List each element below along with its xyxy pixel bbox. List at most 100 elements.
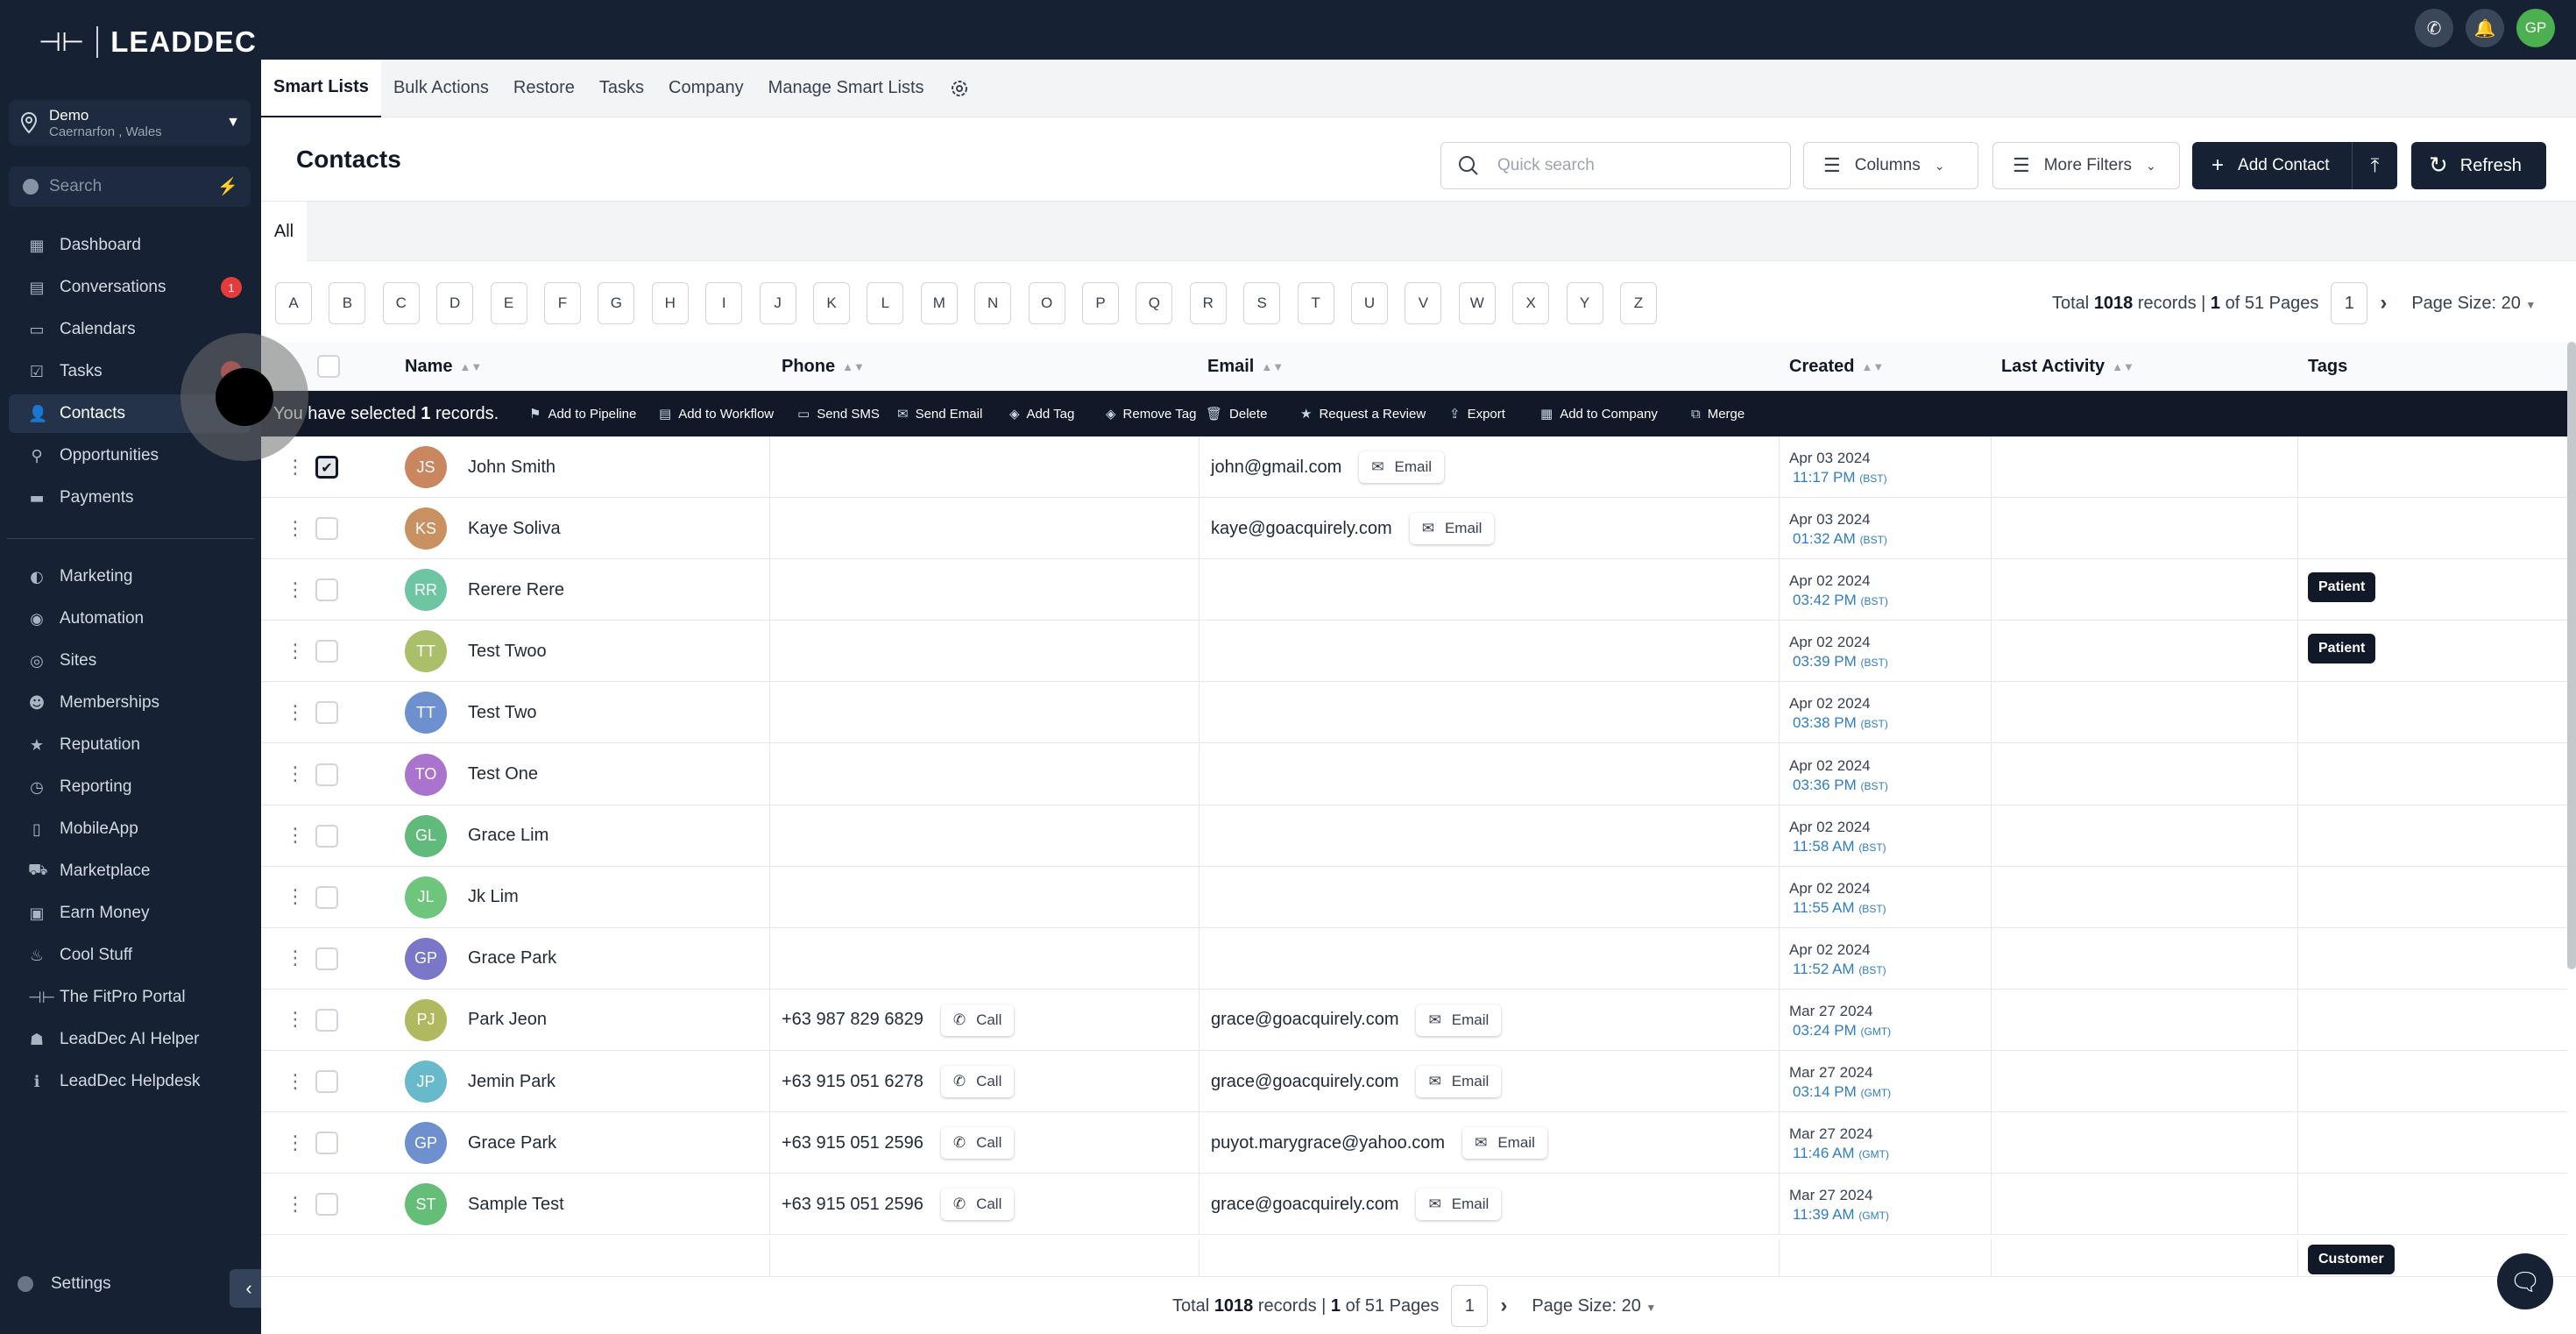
table-row[interactable]: ⋮ JP Jemin Park +63 915 051 6278 ✆ Call grac… <box>261 1051 2567 1112</box>
column-header-phone[interactable]: Phone ▲▼ <box>782 342 865 391</box>
contact-name[interactable]: Grace Park <box>468 928 556 990</box>
email-button[interactable]: ✉ Email <box>1416 1189 1502 1221</box>
bulk-action-merge[interactable]: ⧉ Merge <box>1691 391 1744 436</box>
column-header-email[interactable]: Email ▲▼ <box>1207 342 1284 391</box>
row-checkbox[interactable] <box>315 824 338 848</box>
row-menu-icon[interactable]: ⋮ <box>286 1112 305 1174</box>
bulk-action-add-to-pipeline[interactable]: ⚑ Add to Pipeline <box>529 391 636 436</box>
table-row[interactable]: ⋮ JL Jk Lim Apr 02 2024 11:55 AM (BST) <box>261 866 2567 928</box>
row-checkbox[interactable] <box>315 885 338 909</box>
contact-name[interactable]: Test Twoo <box>468 621 547 682</box>
bulk-action-send-sms[interactable]: ▭ Send SMS <box>797 391 880 436</box>
tab-company[interactable]: Company <box>656 60 756 117</box>
call-button[interactable]: ✆ Call <box>940 1189 1015 1221</box>
email-button[interactable]: ✉ Email <box>1416 1066 1502 1097</box>
alpha-filter-q[interactable]: Q <box>1136 282 1173 324</box>
email-button[interactable]: ✉ Email <box>1409 513 1495 545</box>
contact-name[interactable]: John Smith <box>468 436 556 498</box>
add-contact-button[interactable]: + Add Contact <box>2192 153 2352 178</box>
alpha-filter-r[interactable]: R <box>1189 282 1227 324</box>
logo[interactable]: ⊣⊢ LEADDEC <box>39 23 257 61</box>
contact-name[interactable]: Sample Test <box>468 1174 564 1235</box>
sidebar-item-memberships[interactable]: ☻ Memberships <box>9 684 251 722</box>
table-row[interactable]: ⋮ KS Kaye Soliva kaye@goacquirely.com ✉ Ema… <box>261 498 2567 560</box>
page-number-input[interactable]: 1 <box>1451 1285 1489 1327</box>
alpha-filter-z[interactable]: Z <box>1620 282 1657 324</box>
sidebar-item-cool-stuff[interactable]: ♨ Cool Stuff <box>9 936 251 975</box>
bulk-action-request-a-review[interactable]: ★ Request a Review <box>1300 391 1426 436</box>
email-button[interactable]: ✉ Email <box>1359 451 1445 483</box>
email-button[interactable]: ✉ Email <box>1462 1127 1547 1160</box>
alpha-filter-m[interactable]: M <box>920 282 958 324</box>
sidebar-item-leaddec-ai-helper[interactable]: ☗ LeadDec AI Helper <box>9 1020 251 1059</box>
more-filters-button[interactable]: ☰ More Filters ⌄ <box>1992 142 2180 189</box>
row-checkbox[interactable] <box>315 578 338 602</box>
table-row[interactable]: ⋮ TT Test Two Apr 02 2024 03:38 PM (BST) <box>261 682 2567 744</box>
location-switcher[interactable]: Demo Caernarfon , Wales ▼ <box>9 100 251 145</box>
table-row[interactable]: Customer <box>261 1239 2567 1276</box>
sidebar-item-reporting[interactable]: ◷ Reporting <box>9 768 251 806</box>
row-checkbox[interactable] <box>315 1193 338 1217</box>
alpha-filter-c[interactable]: C <box>382 282 420 324</box>
bolt-icon[interactable]: ⚡ <box>217 176 238 197</box>
alpha-filter-o[interactable]: O <box>1028 282 1065 324</box>
sidebar-item-the-fitpro-portal[interactable]: ⊣⊢ The FitPro Portal <box>9 978 251 1017</box>
sidebar-search[interactable]: Search ⚡ <box>9 167 251 207</box>
column-header-name[interactable]: Name ▲▼ <box>405 342 482 391</box>
alpha-filter-u[interactable]: U <box>1351 282 1388 324</box>
contact-name[interactable]: Kaye Soliva <box>468 498 561 559</box>
row-checkbox[interactable]: ✔ <box>315 456 338 479</box>
gear-icon[interactable] <box>937 60 982 117</box>
columns-button[interactable]: ☰ Columns ⌄ <box>1803 142 1978 189</box>
user-avatar[interactable]: GP <box>2516 9 2555 47</box>
row-menu-icon[interactable]: ⋮ <box>286 436 305 498</box>
table-row[interactable]: ⋮ ST Sample Test +63 915 051 2596 ✆ Call gra… <box>261 1174 2567 1236</box>
table-scrollbar[interactable] <box>2567 342 2576 969</box>
alpha-filter-j[interactable]: J <box>759 282 796 324</box>
contact-name[interactable]: Jemin Park <box>468 1051 556 1112</box>
bulk-action-remove-tag[interactable]: ◈ Remove Tag <box>1106 391 1196 436</box>
sidebar-item-earn-money[interactable]: ▣ Earn Money <box>9 894 251 933</box>
alpha-filter-v[interactable]: V <box>1405 282 1442 324</box>
email-button[interactable]: ✉ Email <box>1416 1004 1502 1036</box>
alpha-filter-w[interactable]: W <box>1458 282 1496 324</box>
page-size-select[interactable]: Page Size: 20 ▼ <box>2411 294 2536 314</box>
tab-restore[interactable]: Restore <box>501 60 587 117</box>
contact-name[interactable]: Test Two <box>468 682 537 743</box>
alpha-filter-b[interactable]: B <box>329 282 366 324</box>
chat-widget-button[interactable]: 🗨 <box>2497 1253 2553 1309</box>
row-checkbox[interactable] <box>315 947 338 970</box>
call-button[interactable]: ✆ Call <box>940 1127 1015 1160</box>
tab-tasks[interactable]: Tasks <box>587 60 656 117</box>
tab-bulk-actions[interactable]: Bulk Actions <box>381 60 501 117</box>
page-number-input[interactable]: 1 <box>2331 282 2368 324</box>
alpha-filter-e[interactable]: E <box>490 282 527 324</box>
call-button[interactable]: ✆ Call <box>940 1004 1015 1036</box>
tab-smart-lists[interactable]: Smart Lists <box>261 59 381 117</box>
alpha-filter-y[interactable]: Y <box>1566 282 1603 324</box>
contact-name[interactable]: Test One <box>468 744 538 805</box>
alpha-filter-d[interactable]: D <box>436 282 474 324</box>
table-row[interactable]: ⋮ PJ Park Jeon +63 987 829 6829 ✆ Call grace… <box>261 989 2567 1051</box>
sidebar-item-marketing[interactable]: ◐ Marketing <box>9 557 251 596</box>
alpha-filter-s[interactable]: S <box>1243 282 1281 324</box>
page-size-select[interactable]: Page Size: 20 ▼ <box>1532 1296 1656 1316</box>
bulk-action-add-to-company[interactable]: ▦ Add to Company <box>1540 391 1658 436</box>
alpha-filter-p[interactable]: P <box>1082 282 1119 324</box>
alpha-filter-h[interactable]: H <box>651 282 689 324</box>
row-checkbox[interactable] <box>315 640 338 663</box>
row-menu-icon[interactable]: ⋮ <box>286 805 305 867</box>
chevron-right-icon[interactable]: › <box>2380 291 2387 316</box>
alpha-filter-n[interactable]: N <box>974 282 1012 324</box>
select-all-checkbox[interactable] <box>317 342 340 391</box>
notifications-button[interactable]: 🔔 <box>2466 9 2504 47</box>
row-menu-icon[interactable]: ⋮ <box>286 744 305 805</box>
row-menu-icon[interactable]: ⋮ <box>286 990 305 1051</box>
quick-search-input[interactable]: Quick search <box>1440 142 1791 189</box>
row-checkbox[interactable] <box>315 1008 338 1032</box>
sidebar-item-mobileapp[interactable]: ▯ MobileApp <box>9 810 251 848</box>
row-menu-icon[interactable]: ⋮ <box>286 867 305 928</box>
chevron-right-icon[interactable]: › <box>1500 1294 1507 1318</box>
table-row[interactable]: ⋮ GP Grace Park Apr 02 2024 11:52 AM (BST) <box>261 927 2567 990</box>
contact-name[interactable]: Rerere Rere <box>468 559 564 621</box>
